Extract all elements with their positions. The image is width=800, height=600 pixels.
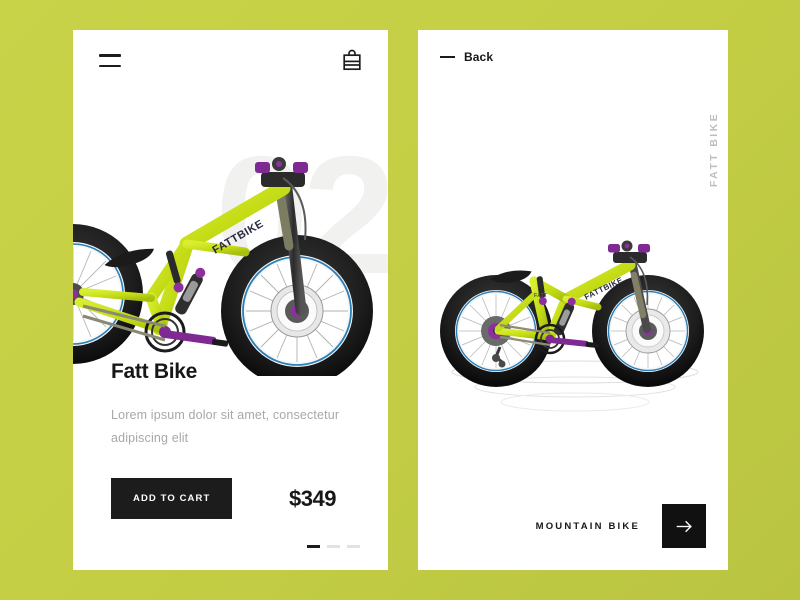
svg-text:FATT: FATT [534,293,547,299]
hamburger-icon[interactable] [99,54,121,67]
shopping-bag-icon[interactable] [342,49,362,71]
back-button[interactable]: Back [440,50,493,64]
category-label: MOUNTAIN BIKE [535,520,640,532]
dash-icon [440,55,455,59]
add-to-cart-button[interactable]: ADD TO CART [111,478,233,520]
back-label: Back [464,50,494,64]
product-detail-card: 02 FATTBIKE Fatt Bike Lorem ipsum dolor … [73,30,388,570]
pagination-dot-3[interactable] [347,545,360,548]
left-card-header [73,30,388,92]
cta-row: ADD TO CART $349 [111,478,360,520]
pagination-dot-2[interactable] [327,545,340,548]
vertical-product-title: FATT BIKE [708,112,720,188]
product-overview-card: Back FATT BIKE FATTBIKE FATT MOUNTAIN BI… [418,30,728,570]
next-button[interactable] [662,504,706,548]
product-image-fat-bike-full: FATTBIKE FATT [438,215,714,395]
right-card-header: Back [418,30,728,90]
hamburger-bar [99,64,121,67]
product-title: Fatt Bike [111,360,197,383]
right-card-footer: MOUNTAIN BIKE [536,504,706,548]
carousel-pagination [307,545,360,548]
product-description: Lorem ipsum dolor sit amet, consectetur … [111,408,340,446]
product-price: $349 [289,485,336,511]
hamburger-bar [99,54,121,57]
product-image-fat-bike: FATTBIKE [73,126,388,387]
pagination-dot-1[interactable] [307,545,320,548]
product-info: Fatt Bike Lorem ipsum dolor sit amet, co… [111,360,360,520]
